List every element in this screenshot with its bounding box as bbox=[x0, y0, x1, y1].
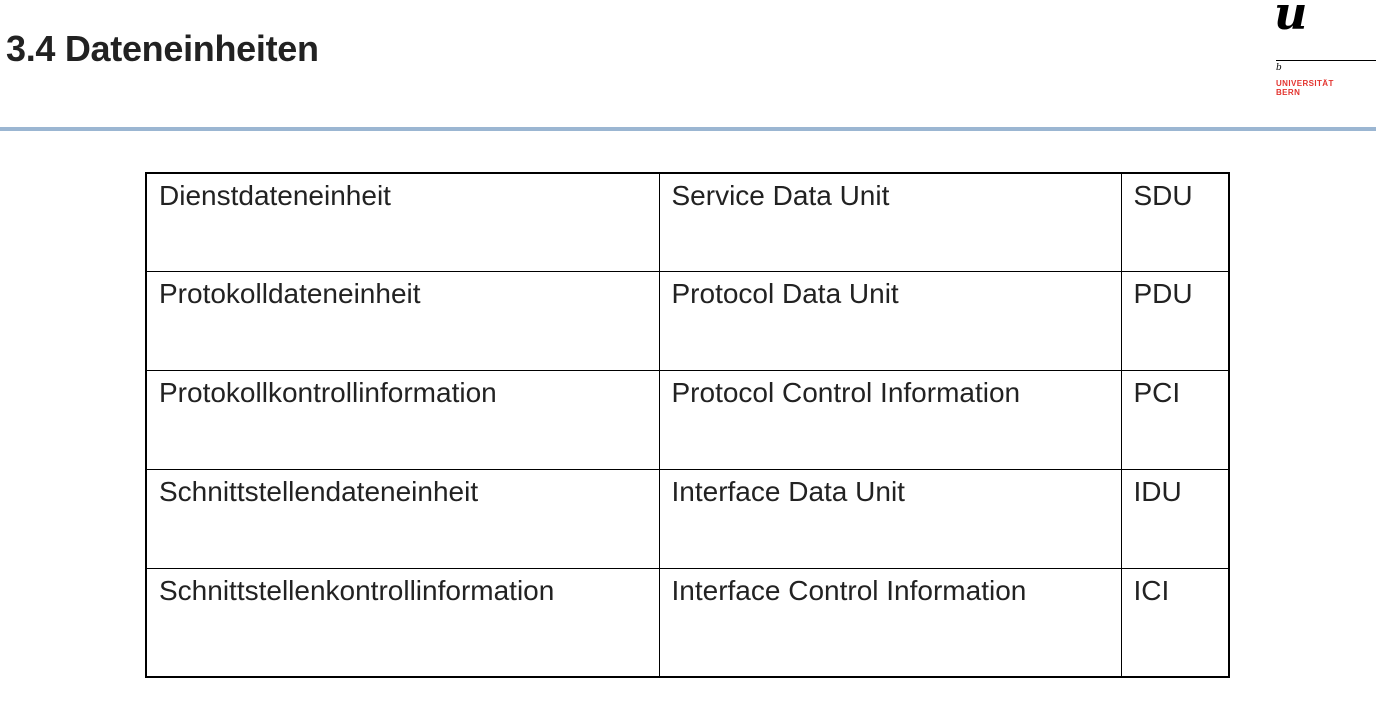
logo-name-line2: BERN bbox=[1276, 88, 1301, 97]
table-row: Schnittstellenkontrollinformation Interf… bbox=[145, 567, 1230, 678]
german-term-cell: Protokollkontrollinformation bbox=[145, 370, 660, 470]
abbreviation-cell: ICI bbox=[1120, 567, 1230, 678]
abbreviation-cell: PDU bbox=[1120, 271, 1230, 372]
university-logo: u b UNIVERSITÄT BERN bbox=[1274, 0, 1376, 120]
english-term-cell: Protocol Data Unit bbox=[658, 271, 1122, 372]
abbreviation-cell: PCI bbox=[1120, 370, 1230, 470]
table-row: Protokolldateneinheit Protocol Data Unit… bbox=[145, 271, 1230, 372]
header-divider bbox=[0, 127, 1376, 131]
abbreviation-cell: SDU bbox=[1120, 172, 1230, 273]
english-term-cell: Protocol Control Information bbox=[658, 370, 1122, 470]
logo-b-glyph: b bbox=[1276, 63, 1282, 73]
logo-name-line1: UNIVERSITÄT bbox=[1276, 79, 1334, 88]
logo-u-glyph: u bbox=[1274, 0, 1308, 40]
german-term-cell: Schnittstellenkontrollinformation bbox=[145, 567, 660, 678]
abbreviation-cell: IDU bbox=[1120, 468, 1230, 569]
logo-rule bbox=[1276, 60, 1376, 61]
data-units-table: Dienstdateneinheit Service Data Unit SDU… bbox=[145, 172, 1230, 678]
english-term-cell: Interface Data Unit bbox=[658, 468, 1122, 569]
table-row: Dienstdateneinheit Service Data Unit SDU bbox=[145, 172, 1230, 273]
english-term-cell: Service Data Unit bbox=[658, 172, 1122, 273]
table-row: Schnittstellendateneinheit Interface Dat… bbox=[145, 468, 1230, 569]
table-row: Protokollkontrollinformation Protocol Co… bbox=[145, 370, 1230, 470]
german-term-cell: Dienstdateneinheit bbox=[145, 172, 660, 273]
page-title: 3.4 Dateneinheiten bbox=[6, 28, 319, 69]
logo-university-name: UNIVERSITÄT BERN bbox=[1276, 79, 1334, 97]
english-term-cell: Interface Control Information bbox=[658, 567, 1122, 678]
german-term-cell: Schnittstellendateneinheit bbox=[145, 468, 660, 569]
german-term-cell: Protokolldateneinheit bbox=[145, 271, 660, 372]
